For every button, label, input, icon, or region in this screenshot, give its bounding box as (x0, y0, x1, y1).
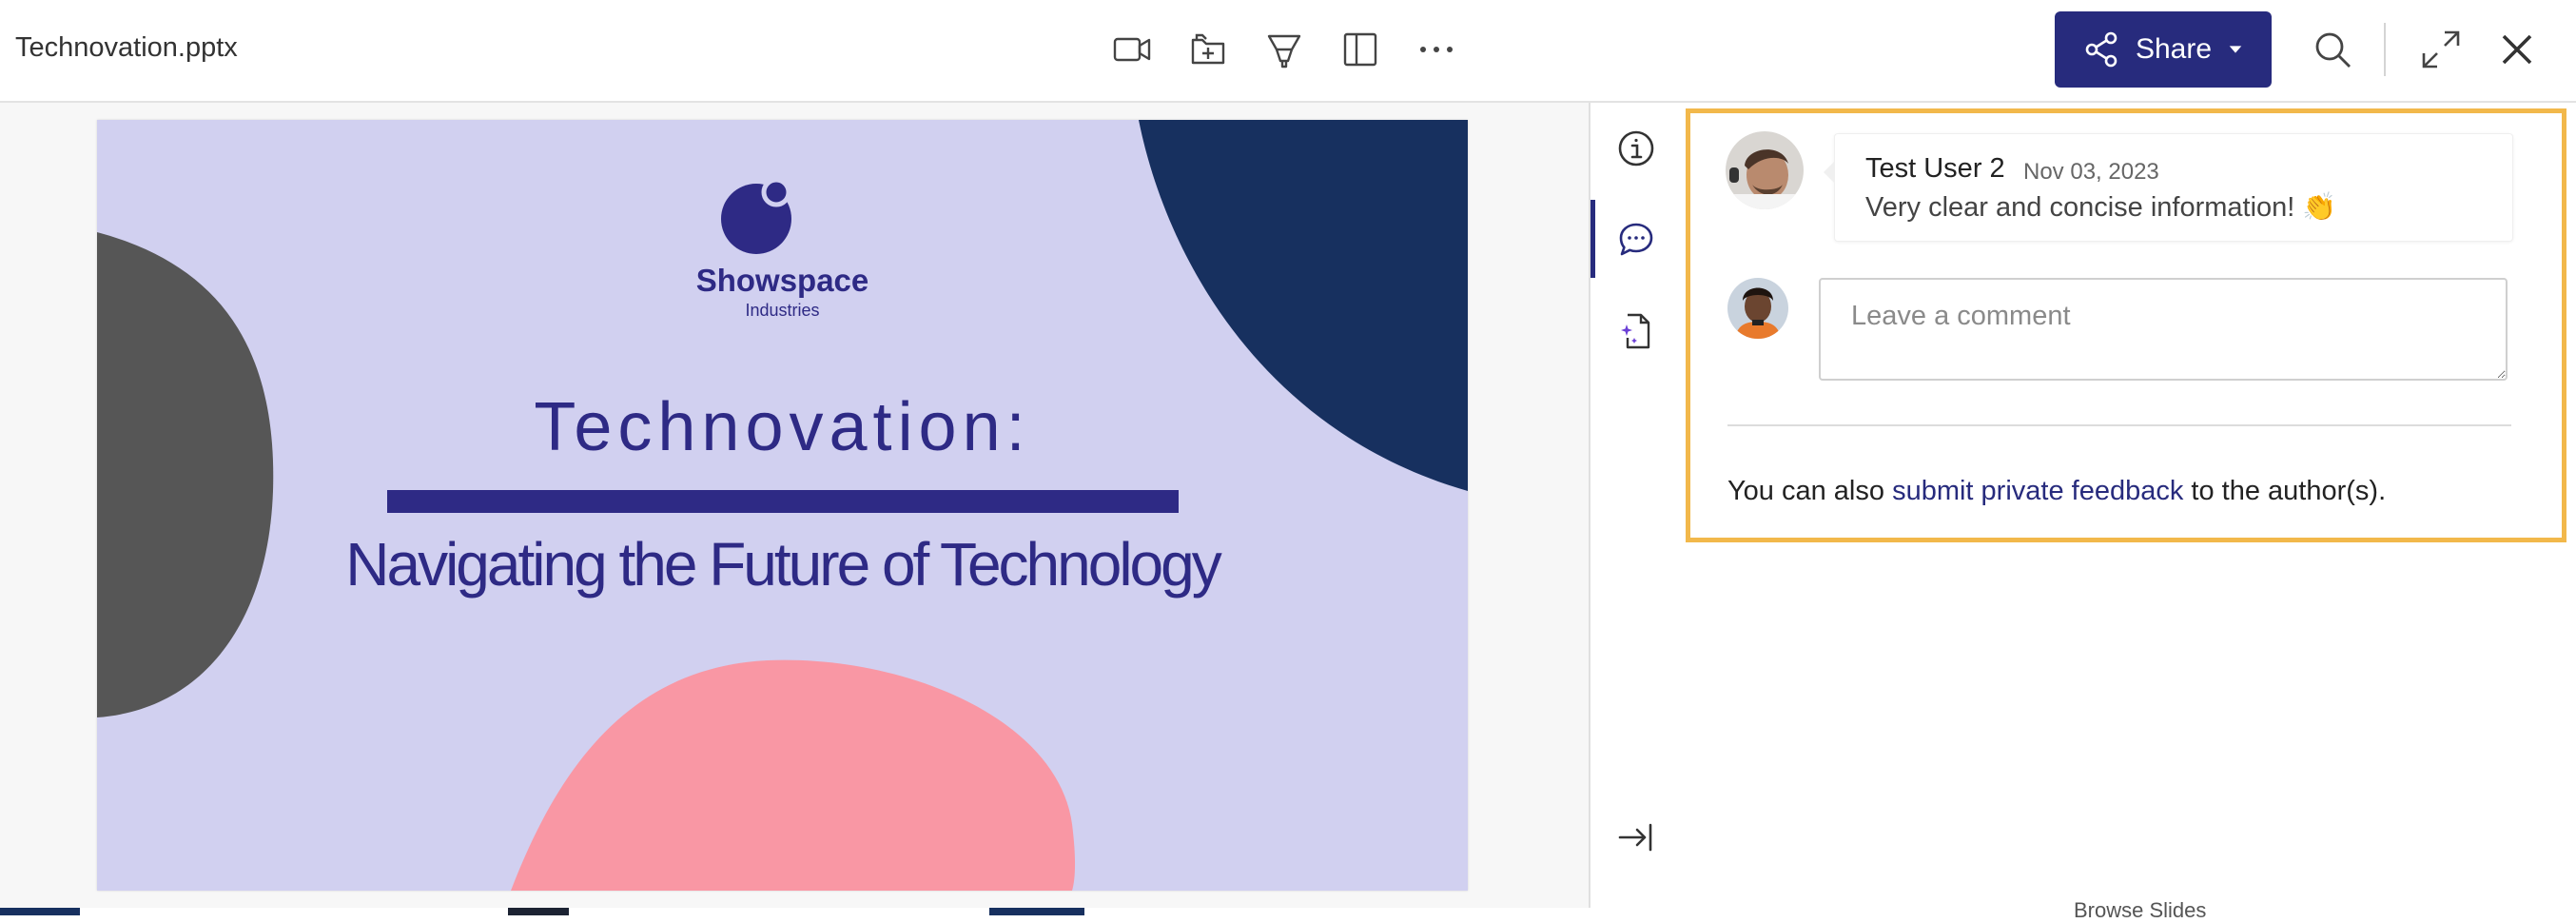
logo-subtitle: Industries (745, 301, 820, 320)
collapse-panel-icon (1618, 823, 1652, 852)
feedback-prefix: You can also (1727, 476, 1893, 506)
ai-document-tab[interactable] (1606, 301, 1667, 362)
pink-shape (511, 659, 1076, 891)
active-indicator (1590, 200, 1595, 278)
video-icon (1113, 37, 1151, 62)
chevron-down-icon (2229, 46, 2242, 53)
slide-title: Technovation: (534, 389, 1031, 465)
file-name: Technovation.pptx (15, 32, 238, 63)
comments-icon (1619, 223, 1653, 256)
close-button[interactable] (2487, 21, 2547, 78)
more-options-button[interactable] (1406, 21, 1467, 78)
add-to-folder-button[interactable] (1178, 21, 1239, 78)
annotate-button[interactable] (1254, 21, 1315, 78)
background-page-strip (989, 908, 1084, 915)
highlighter-icon (1267, 34, 1301, 69)
comment-card: Test User 2 Nov 03, 2023 Very clear and … (1824, 133, 2513, 242)
more-icon (1420, 47, 1453, 52)
toolbar-divider (2384, 23, 2386, 76)
comment-author: Test User 2 (1865, 153, 2005, 184)
top-toolbar: Technovation.pptx Share (0, 0, 2576, 103)
private-feedback-note: You can also submit private feedback to … (1727, 476, 2386, 507)
toggle-panel-button[interactable] (1330, 21, 1391, 78)
comments-tab[interactable] (1606, 209, 1667, 270)
title-underline (387, 490, 1179, 513)
share-icon (2085, 31, 2117, 68)
current-user-avatar (1727, 278, 1788, 339)
comment-text: Very clear and concise information! 👏 (1865, 192, 2337, 223)
slide-viewer[interactable]: Showspace Industries Technovation: Navig… (0, 103, 1589, 908)
collapse-panel-button[interactable] (1606, 807, 1667, 868)
share-label: Share (2135, 33, 2213, 65)
comment-input[interactable] (1819, 278, 2508, 381)
info-icon (1618, 130, 1654, 167)
background-page-text: Browse Slides (2074, 898, 2207, 922)
share-button[interactable]: Share (2055, 11, 2272, 88)
logo-dot (761, 177, 791, 207)
comment-author-avatar (1726, 131, 1804, 209)
close-icon (2502, 34, 2532, 65)
side-panel-icon (1343, 32, 1377, 67)
search-icon (2315, 32, 2351, 68)
add-to-folder-icon (1191, 33, 1225, 65)
logo-name: Showspace (695, 263, 869, 298)
search-button[interactable] (2302, 21, 2363, 78)
background-page-strip (0, 908, 80, 915)
background-page-strip (508, 908, 569, 915)
side-icon-rail (1589, 103, 1684, 908)
ai-document-icon (1621, 313, 1650, 349)
expand-icon (2422, 30, 2460, 69)
feedback-suffix: to the author(s). (2183, 476, 2387, 506)
slide-canvas[interactable]: Showspace Industries Technovation: Navig… (97, 120, 1468, 891)
slide-subtitle: Navigating the Future of Technology (345, 530, 1221, 599)
video-button[interactable] (1102, 21, 1162, 78)
comment-date: Nov 03, 2023 (2023, 159, 2159, 185)
submit-private-feedback-link[interactable]: submit private feedback (1892, 476, 2183, 506)
comments-divider (1727, 424, 2511, 426)
info-tab[interactable] (1606, 118, 1667, 179)
fullscreen-button[interactable] (2410, 21, 2471, 78)
